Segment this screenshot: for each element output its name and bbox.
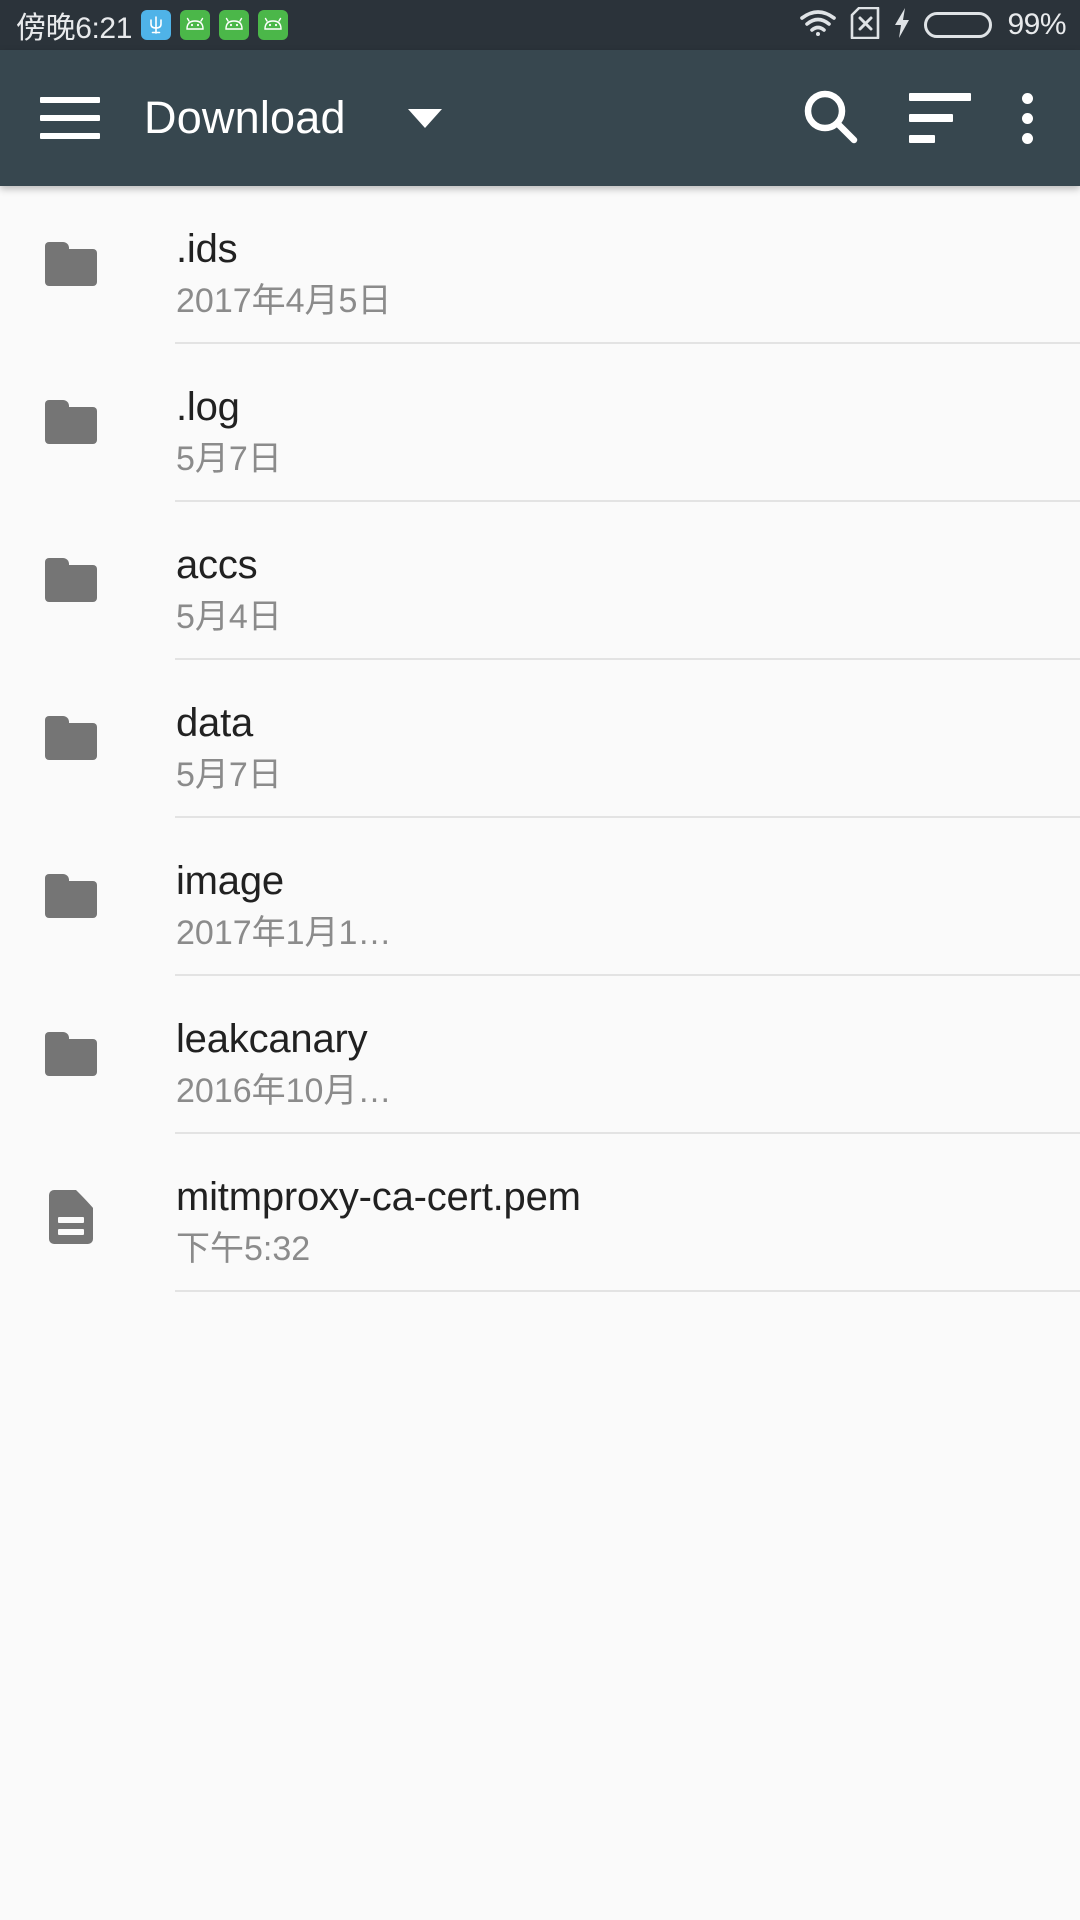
file-date: 2017年1月1… (176, 914, 392, 952)
file-name: image (176, 859, 284, 903)
list-item[interactable]: leakcanary 2016年10月… (0, 976, 1080, 1134)
android-robot-icon-2 (219, 10, 249, 40)
status-bar: 傍晚6:21 99% (0, 0, 1080, 50)
status-bar-left: 傍晚6:21 (16, 3, 288, 47)
hamburger-bar-2 (40, 115, 100, 121)
app-toolbar: Download (0, 50, 1080, 186)
folder-icon (45, 1032, 97, 1076)
file-name: leakcanary (176, 1017, 368, 1061)
sort-bar-1 (909, 93, 971, 101)
hamburger-menu-icon[interactable] (40, 88, 100, 148)
search-icon (799, 85, 861, 152)
sort-bar-2 (909, 114, 953, 122)
folder-icon (45, 558, 97, 602)
file-date: 5月7日 (176, 440, 282, 478)
document-icon (45, 1190, 97, 1244)
status-bar-right: 99% (799, 6, 1066, 44)
list-item[interactable]: image 2017年1月1… (0, 818, 1080, 976)
file-name: accs (176, 543, 258, 587)
status-bar-clock: 傍晚6:21 (16, 12, 132, 45)
charging-bolt-icon (893, 7, 911, 44)
file-name: .ids (176, 227, 238, 271)
hamburger-bar-3 (40, 133, 100, 139)
list-item-text: leakcanary 2016年10月… (176, 976, 1080, 1114)
hamburger-bar-1 (40, 97, 100, 103)
file-list[interactable]: .ids 2017年4月5日 .log 5月7日 accs 5月4日 data … (0, 186, 1080, 1920)
file-date: 5月7日 (176, 756, 282, 794)
file-name: data (176, 701, 254, 745)
android-robot-icon-1 (180, 10, 210, 40)
folder-icon (45, 400, 97, 444)
list-item[interactable]: .log 5月7日 (0, 344, 1080, 502)
list-item-text: data 5月7日 (176, 660, 1080, 798)
list-item[interactable]: .ids 2017年4月5日 (0, 186, 1080, 344)
list-item-text: .ids 2017年4月5日 (176, 186, 1080, 324)
android-robot-icon-3 (258, 10, 288, 40)
list-item[interactable]: data 5月7日 (0, 660, 1080, 818)
trident-app-icon (141, 10, 171, 40)
folder-icon (45, 716, 97, 760)
list-item[interactable]: accs 5月4日 (0, 502, 1080, 660)
overflow-dot-3 (1021, 132, 1033, 144)
overflow-dot-2 (1021, 112, 1033, 124)
battery-icon (924, 12, 993, 38)
wifi-icon (799, 9, 837, 42)
sort-icon (909, 93, 971, 143)
sim-card-missing-icon (850, 6, 880, 44)
page-title[interactable]: Download (144, 92, 346, 144)
overflow-menu-button[interactable] (996, 74, 1058, 162)
folder-icon (45, 242, 97, 286)
list-item[interactable]: mitmproxy-ca-cert.pem 下午5:32 (0, 1134, 1080, 1292)
list-item-text: mitmproxy-ca-cert.pem 下午5:32 (176, 1134, 1080, 1272)
sort-bar-3 (909, 135, 935, 143)
chevron-down-icon[interactable] (407, 108, 442, 128)
file-name: .log (176, 385, 240, 429)
file-date: 5月4日 (176, 598, 282, 636)
overflow-dot-1 (1021, 92, 1033, 104)
file-date: 2017年4月5日 (176, 282, 392, 320)
file-name: mitmproxy-ca-cert.pem (176, 1175, 581, 1219)
folder-icon (45, 874, 97, 918)
file-date: 下午5:32 (176, 1230, 311, 1268)
more-vertical-icon (1021, 92, 1033, 144)
battery-percent-label: 99% (1007, 8, 1066, 41)
list-divider (175, 1290, 1080, 1292)
search-button[interactable] (786, 74, 874, 162)
file-date: 2016年10月… (176, 1072, 392, 1110)
sort-button[interactable] (896, 74, 984, 162)
list-item-text: image 2017年1月1… (176, 818, 1080, 956)
list-item-text: .log 5月7日 (176, 344, 1080, 482)
list-item-text: accs 5月4日 (176, 502, 1080, 640)
